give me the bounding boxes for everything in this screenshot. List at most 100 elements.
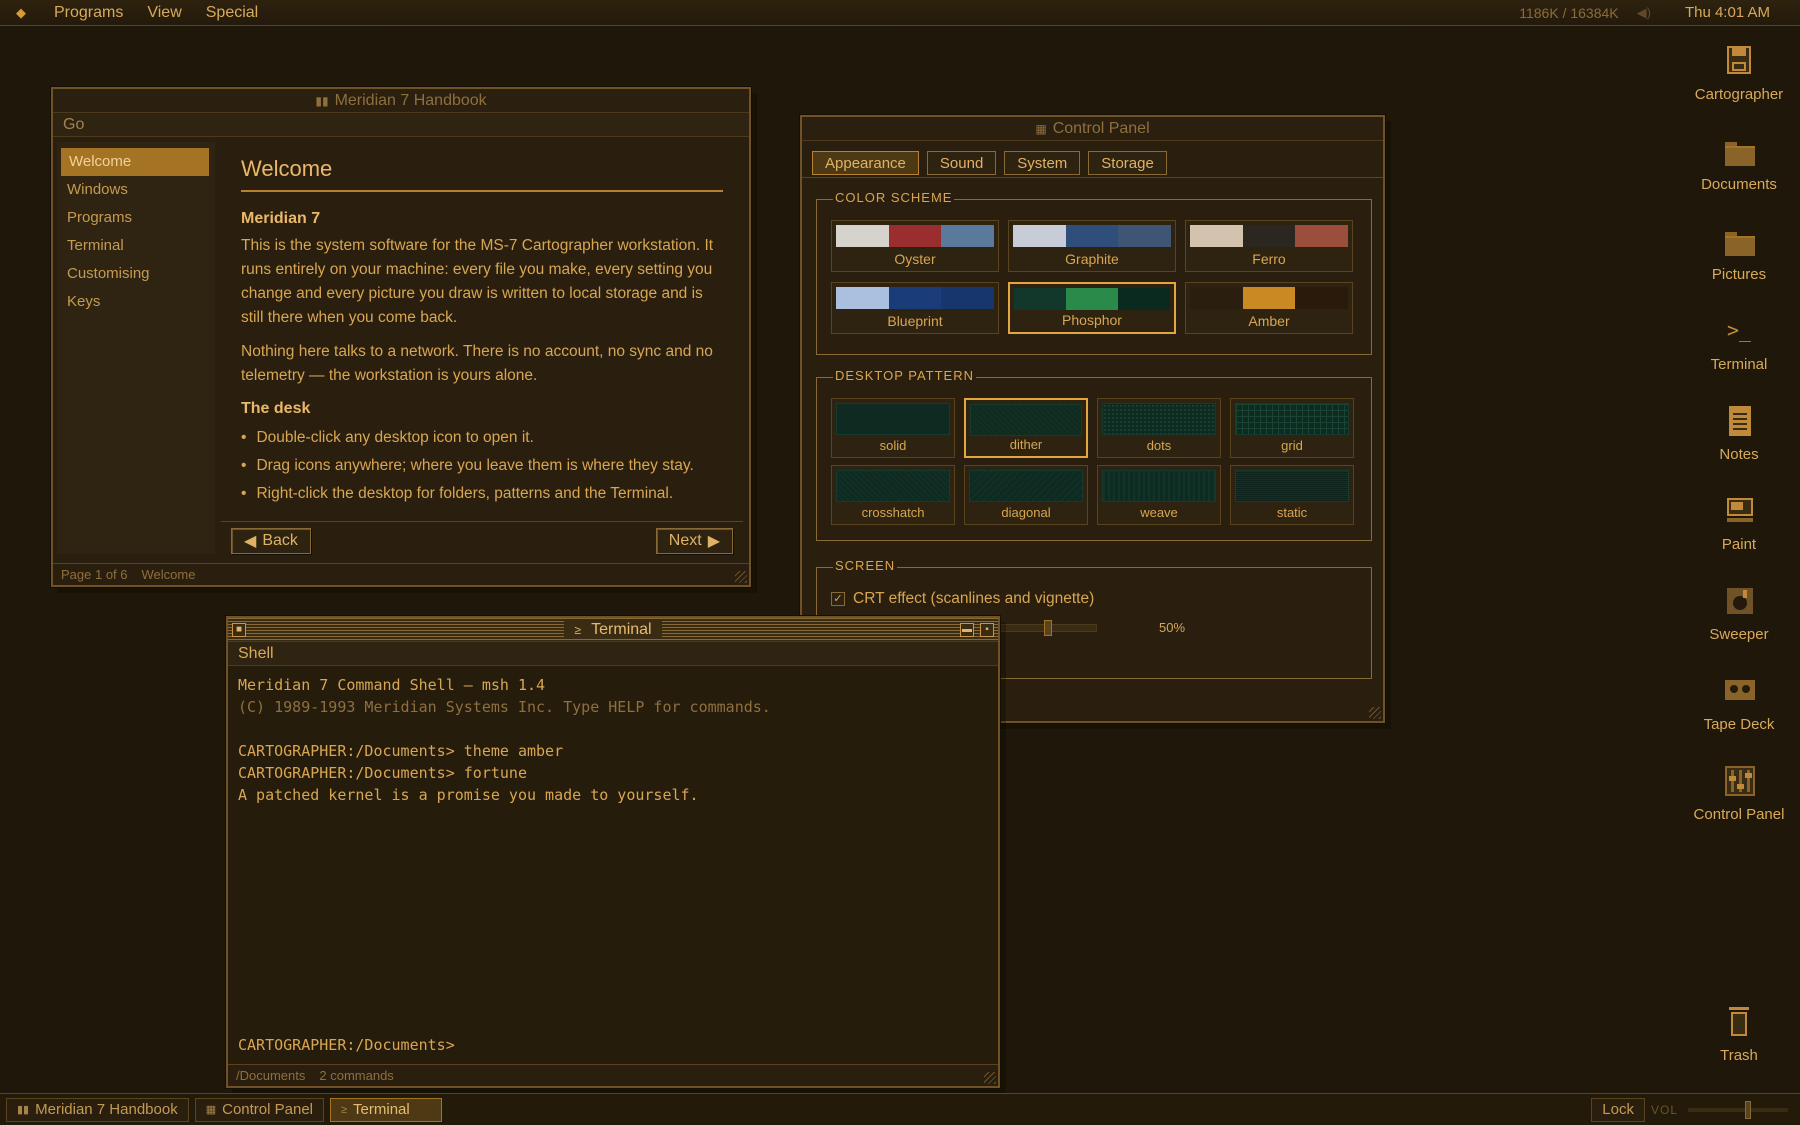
menu-special[interactable]: Special xyxy=(194,4,270,22)
control-panel-icon: ▦ xyxy=(1035,121,1047,136)
nav-item-welcome[interactable]: Welcome xyxy=(61,148,209,176)
page-title: Welcome xyxy=(241,156,723,192)
system-menu-icon[interactable]: ◆ xyxy=(0,5,42,21)
tab-sound[interactable]: Sound xyxy=(926,151,997,175)
control-panel-titlebar[interactable]: ▦ Control Panel xyxy=(802,117,1383,141)
scheme-name: Phosphor xyxy=(1062,312,1122,328)
scheme-swatch[interactable]: Phosphor xyxy=(1008,282,1176,334)
nav-item-customising[interactable]: Customising xyxy=(57,260,215,288)
close-button[interactable]: ■ xyxy=(232,623,246,637)
floppy-icon xyxy=(1723,44,1755,80)
resize-grip[interactable] xyxy=(984,1072,996,1084)
volume-thumb[interactable] xyxy=(1745,1100,1751,1119)
pattern-preview xyxy=(836,470,950,502)
nav-item-windows[interactable]: Windows xyxy=(57,176,215,204)
scheme-swatch[interactable]: Ferro xyxy=(1185,220,1353,272)
desktop-icon-terminal[interactable]: >_ Terminal xyxy=(1674,314,1800,373)
pattern-swatch[interactable]: solid xyxy=(831,398,955,458)
terminal-line: CARTOGRAPHER:/Documents> theme amber xyxy=(238,742,564,760)
pattern-swatch[interactable]: crosshatch xyxy=(831,465,955,525)
pattern-name: crosshatch xyxy=(861,505,925,520)
speaker-icon[interactable]: ◀) xyxy=(1637,5,1651,21)
scheme-name: Ferro xyxy=(1252,251,1286,267)
color-chip xyxy=(1014,288,1066,310)
tab-storage[interactable]: Storage xyxy=(1088,151,1167,175)
nav-item-terminal[interactable]: Terminal xyxy=(57,232,215,260)
scheme-swatch[interactable]: Amber xyxy=(1185,282,1353,334)
handbook-titlebar[interactable]: ▮▮ Meridian 7 Handbook xyxy=(53,89,749,113)
pattern-swatch[interactable]: dither xyxy=(964,398,1088,458)
color-chip xyxy=(941,225,995,247)
terminal-window: ■ ≥ Terminal ▬ ▪ Shell Meridian 7 Comman… xyxy=(226,616,1000,1088)
menu-programs[interactable]: Programs xyxy=(42,4,135,22)
slider-thumb[interactable] xyxy=(1044,620,1052,636)
minimize-button[interactable]: ▬ xyxy=(960,623,974,637)
pattern-name: weave xyxy=(1140,505,1178,520)
go-menu[interactable]: Go xyxy=(53,113,749,137)
desktop-icon-control-panel[interactable]: Control Panel xyxy=(1674,764,1800,823)
zoom-button[interactable]: ▪ xyxy=(980,623,994,637)
bullet-list: Double-click any desktop icon to open it… xyxy=(241,424,723,508)
color-chip xyxy=(941,287,995,309)
taskbar: ▮▮ Meridian 7 Handbook ▦ Control Panel ≥… xyxy=(0,1093,1800,1125)
scheme-swatch[interactable]: Oyster xyxy=(831,220,999,272)
scheme-swatch[interactable]: Graphite xyxy=(1008,220,1176,272)
pattern-preview xyxy=(969,470,1083,502)
volume-label: VOL xyxy=(1650,1102,1678,1117)
next-button[interactable]: Next ▶ xyxy=(655,528,733,554)
desktop-icon-pictures[interactable]: Pictures xyxy=(1674,224,1800,283)
terminal-title-wrap: ≥ Terminal xyxy=(564,620,662,639)
nav-item-programs[interactable]: Programs xyxy=(57,204,215,232)
resize-grip[interactable] xyxy=(1369,707,1381,719)
nav-item-keys[interactable]: Keys xyxy=(57,288,215,316)
desktop-icon-label: Terminal xyxy=(1710,356,1768,373)
task-handbook[interactable]: ▮▮ Meridian 7 Handbook xyxy=(6,1097,189,1122)
desktop-icon-sweeper[interactable]: Sweeper xyxy=(1674,584,1800,643)
shell-menu[interactable]: Shell xyxy=(228,642,998,666)
pattern-swatch[interactable]: grid xyxy=(1230,398,1354,458)
scheme-swatch[interactable]: Blueprint xyxy=(831,282,999,334)
trash-icon-button[interactable]: Trash xyxy=(1674,1005,1800,1064)
desktop-icon-paint[interactable]: Paint xyxy=(1674,494,1800,553)
terminal-titlebar[interactable]: ■ ≥ Terminal ▬ ▪ xyxy=(228,618,998,642)
task-control-panel[interactable]: ▦ Control Panel xyxy=(194,1097,324,1122)
lock-button[interactable]: Lock xyxy=(1591,1097,1645,1122)
pattern-preview xyxy=(1102,470,1216,502)
back-button[interactable]: ◀ Back xyxy=(231,528,311,554)
pattern-preview xyxy=(1235,403,1349,435)
pattern-swatch[interactable]: static xyxy=(1230,465,1354,525)
menu-view[interactable]: View xyxy=(135,4,193,22)
menu-bar: ◆ Programs View Special 1186K / 16384K ◀… xyxy=(0,0,1800,26)
handbook-statusbar: Page 1 of 6 Welcome xyxy=(53,563,749,585)
tab-system[interactable]: System xyxy=(1004,151,1081,175)
clock: Thu 4:01 AM xyxy=(1684,4,1770,21)
pattern-swatch[interactable]: diagonal xyxy=(964,465,1088,525)
desktop-icon-tape-deck[interactable]: Tape Deck xyxy=(1674,674,1800,733)
pattern-swatch[interactable]: weave xyxy=(1097,465,1221,525)
terminal-prompt[interactable]: CARTOGRAPHER:/Documents> xyxy=(238,1036,455,1054)
control-panel-title: Control Panel xyxy=(1052,119,1150,137)
desktop-icon-documents[interactable]: Documents xyxy=(1674,134,1800,193)
crt-intensity-slider[interactable] xyxy=(997,620,1097,636)
list-item: Drag icons anywhere; where you leave the… xyxy=(241,452,723,480)
volume-slider[interactable] xyxy=(1688,1100,1788,1119)
tape-icon xyxy=(1723,674,1755,710)
back-label: Back xyxy=(262,532,298,549)
arrow-right-icon: ▶ xyxy=(707,533,720,550)
crt-checkbox[interactable]: ✓ xyxy=(831,592,845,606)
color-chip xyxy=(1118,288,1170,310)
pattern-swatch[interactable]: dots xyxy=(1097,398,1221,458)
desktop-icon-cartographer[interactable]: Cartographer xyxy=(1674,44,1800,103)
scheme-colors xyxy=(1013,225,1172,247)
desktop-icon-notes[interactable]: Notes xyxy=(1674,404,1800,463)
terminal-line: (C) 1989-1993 Meridian Systems Inc. Type… xyxy=(238,698,771,716)
color-scheme-label: COLOR SCHEME xyxy=(833,190,955,205)
scheme-colors xyxy=(836,225,995,247)
pattern-preview xyxy=(1235,470,1349,502)
list-item: Right-click the desktop for folders, pat… xyxy=(241,480,723,508)
color-chip xyxy=(1190,225,1243,247)
task-terminal[interactable]: ≥ Terminal xyxy=(330,1097,442,1122)
resize-grip[interactable] xyxy=(735,571,747,583)
tab-appearance[interactable]: Appearance xyxy=(812,151,919,175)
